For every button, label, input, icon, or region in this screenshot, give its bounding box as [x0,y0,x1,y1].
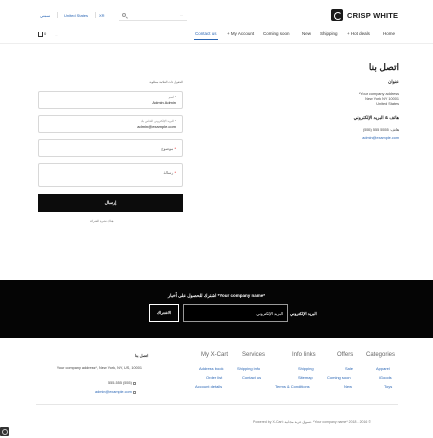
copyright: Powered by X-Cart: تسوق عربة مجانية. *Yo… [253,420,371,424]
message-label-text: رسالة [163,170,174,175]
nav-my-account[interactable]: + My Account [227,31,254,36]
search-placeholder: ... [180,13,183,17]
address-heading: عنوان [388,79,399,84]
submit-button[interactable]: إرسال [38,194,183,212]
nav-home[interactable]: Home [383,31,395,36]
active-tab-indicator [194,39,218,40]
name-field-label: اسم * [168,95,176,99]
subject-field-label: موضوع * [161,146,176,151]
footer-link[interactable]: Order list [206,375,222,380]
footer-col-title-services: Services [242,352,266,358]
email-field-value: admin@example.com [137,124,176,129]
phone-icon [132,381,136,385]
nav-coming-soon[interactable]: Coming soon [263,31,290,36]
email-field[interactable]: البريد الإلكتروني الخاص بك * admin@examp… [38,115,183,133]
divider [95,12,96,18]
name-field[interactable]: اسم * Admin Admin [38,91,183,109]
footer-link[interactable]: Address book [199,366,223,371]
footer-email-link[interactable]: admin@example.com [95,390,136,394]
mail-icon [132,390,136,394]
search-icon [122,13,126,17]
footer-email-text: admin@example.com [95,390,132,394]
nav-shipping[interactable]: Shipping [320,31,338,36]
settings-icon[interactable] [0,427,9,436]
footer-phone-text: 555-555 (555) [108,381,132,385]
nav-new[interactable]: New [302,31,311,36]
footer-link[interactable]: Shipping info [237,366,260,371]
footer-link[interactable]: Coming soon [327,375,351,380]
page-title: اتصل بنا [368,62,399,72]
footer-col-title-info-links: Info links [292,352,316,358]
nav-my-account-label: My Account [230,31,255,36]
cart-label: ... [55,33,58,37]
footer-link[interactable]: Apparel [376,366,390,371]
required-mark: * [174,146,176,151]
footer-col-title-my-xcart: My X-Cart [201,352,228,358]
logo-text: CRISP WHITE [347,10,399,20]
form-intro: الحقول ذات العلامة مطلوبة [149,80,183,84]
nav-hot-deals[interactable]: + Hot deals [347,31,370,36]
newsletter-title: اشترك للحصول على أخبار *Your company nam… [167,293,266,298]
message-field[interactable]: رسالة * [38,163,183,187]
footer-link[interactable]: iGoods [379,375,392,380]
logo-icon [331,9,343,21]
footer-phone: 555-555 (555) [108,381,136,385]
currency-selector[interactable]: XR [99,13,105,18]
footer-link[interactable]: Account details [195,384,222,389]
subject-field[interactable]: موضوع * [38,139,183,157]
nav-hot-deals-label: Hot deals [350,31,370,36]
cart-count: 0 [44,31,47,36]
subject-label-text: موضوع [161,146,174,151]
phone-number: هاتف: 5555 555 (555) [362,128,399,132]
nav-contact-us[interactable]: Contact us [195,31,217,36]
phone-heading: هاتف & البريد الإلكتروني [353,115,399,120]
footer-link[interactable]: Contact us [242,375,261,380]
newsletter-email-input[interactable]: البريد الإلكتروني [183,304,288,322]
divider [57,12,58,18]
footer-col-title-offers: Offers [337,352,354,358]
logo[interactable]: CRISP WHITE [331,9,398,21]
footer-link[interactable]: Sitemap [298,375,313,380]
nav-divider [0,43,433,44]
footer-link[interactable]: Sale [345,366,353,371]
newsletter-input-label: البريد الإلكتروني [290,311,317,316]
footer-link[interactable]: Shipping [298,366,314,371]
cart-icon[interactable] [38,32,43,37]
footer-divider [36,404,398,405]
newsletter-input-placeholder: البريد الإلكتروني [256,311,283,316]
footer-col-title-categories: Categories [366,352,396,358]
form-note: هناك نشرة الشركة [90,219,114,223]
required-mark: * [174,170,176,175]
footer-link[interactable]: New [344,384,352,389]
subscribe-button[interactable]: الاشتراك [149,304,179,322]
footer-address: Your company address*, New York, NY, US,… [56,366,142,370]
newsletter-section: اشترك للحصول على أخبار *Your company nam… [0,280,433,338]
message-field-label: رسالة * [163,170,176,175]
address-line-3: United States [376,102,399,106]
footer-contact-title: اتصل بنا [135,353,149,358]
contact-email-link[interactable]: admin@example.com [362,136,399,140]
footer-link[interactable]: Terms & Conditions [275,384,310,389]
email-field-label: البريد الإلكتروني الخاص بك * [140,119,176,123]
top-bar: CRISP WHITE ... XR United States سمتي [0,0,433,30]
footer-link[interactable]: Toys [384,384,392,389]
search-input[interactable]: ... [119,10,187,21]
name-field-value: Admin Admin [152,100,176,105]
sign-in-link[interactable]: سمتي [40,13,50,18]
country-selector[interactable]: United States [64,13,88,18]
